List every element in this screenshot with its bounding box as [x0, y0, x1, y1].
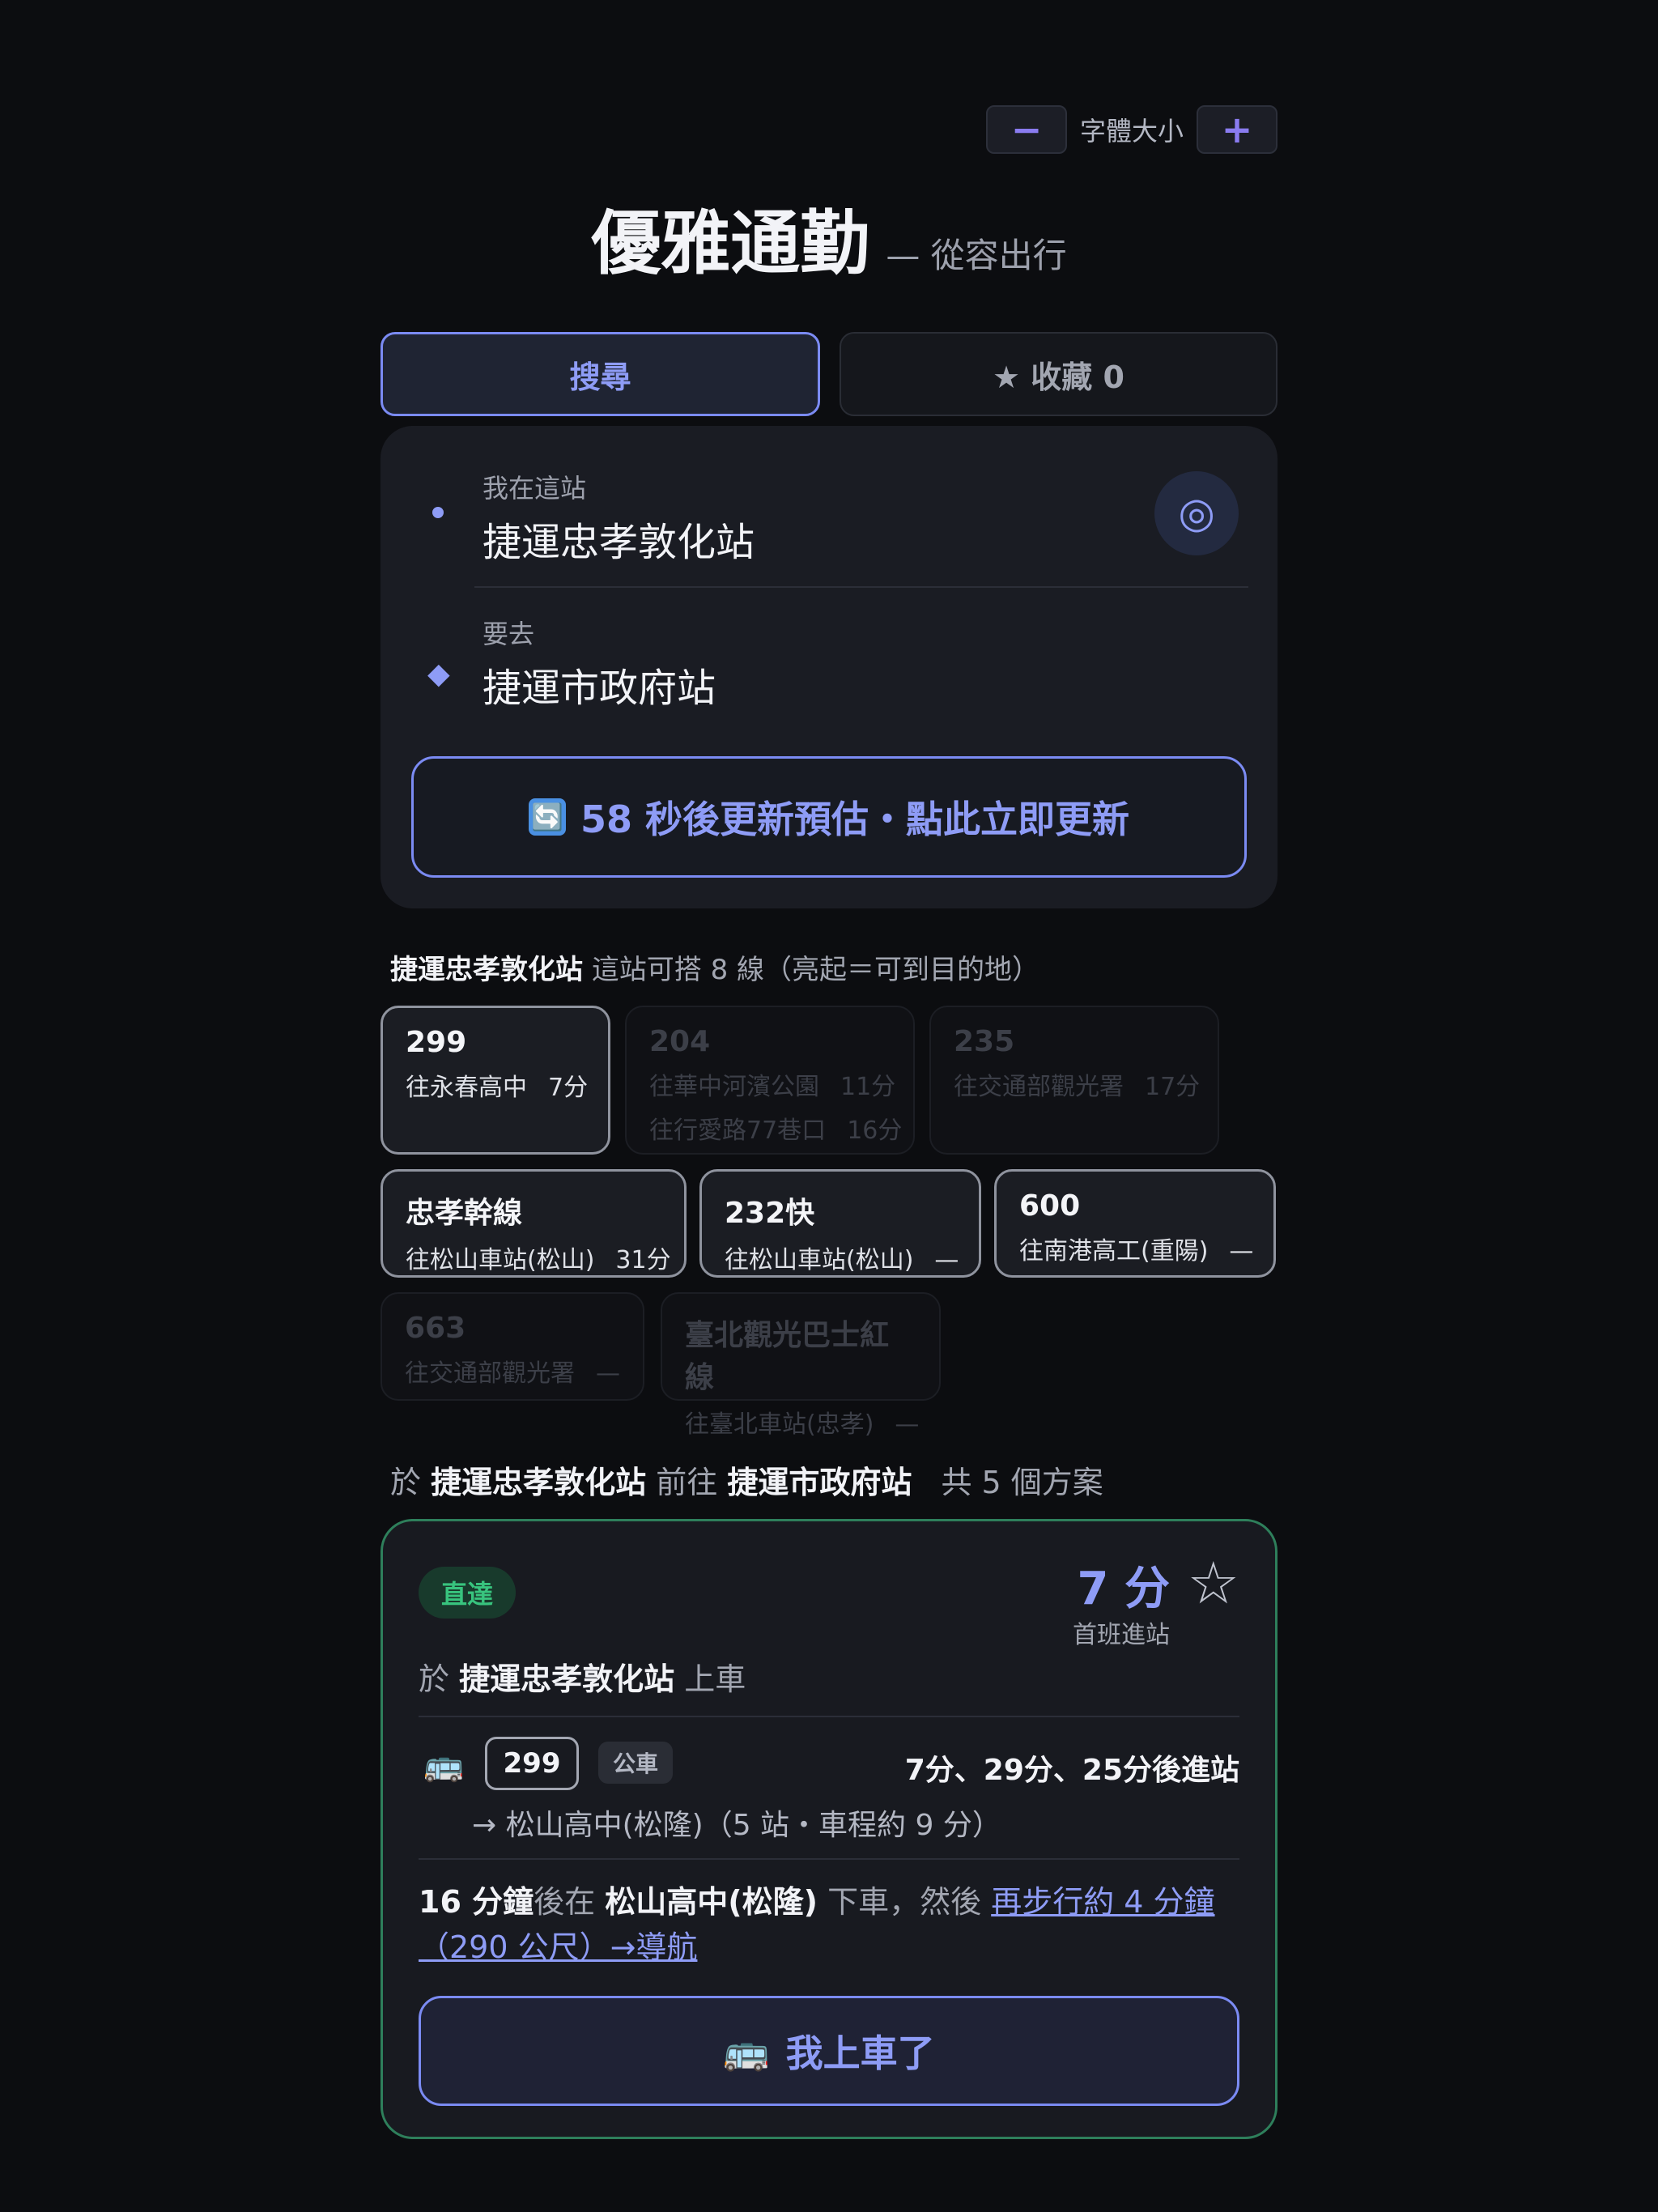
font-decrease-button[interactable]: −: [985, 105, 1067, 154]
locate-icon[interactable]: ◎: [1154, 471, 1239, 555]
line-destination: 往臺北車站(忠孝) —: [685, 1410, 920, 1439]
line-destination: 往松山車站(松山) —: [725, 1246, 959, 1274]
line-destination: 往松山車站(松山) 31分: [406, 1246, 671, 1274]
from-station-value[interactable]: 捷運忠孝敦化站: [483, 510, 755, 567]
font-size-label: 字體大小: [1079, 116, 1184, 147]
boarded-button[interactable]: 🚌 我上車了: [419, 1996, 1239, 2106]
line-destination: 往行愛路77巷口 16分: [649, 1117, 903, 1145]
font-increase-button[interactable]: +: [1197, 105, 1278, 154]
lines-summary: 這站可搭 8 線（亮起＝可到目的地）: [591, 954, 1040, 986]
to-station-label: 要去: [483, 619, 535, 649]
favorite-star-icon[interactable]: ☆: [1187, 1554, 1239, 1612]
plan-divider: [419, 1858, 1239, 1860]
line-number: 235: [954, 1025, 1015, 1058]
bus-icon: 🚌: [423, 1746, 464, 1784]
line-number: 232快: [725, 1197, 815, 1230]
tab-bar: 搜尋 ★ 收藏 0: [380, 332, 1278, 416]
plan-card: 直達 7 分 首班進站 ☆ 於 捷運忠孝敦化站 上車 🚌 299 公車 7分、2…: [380, 1519, 1278, 2139]
line-chip-235[interactable]: 235 往交通部觀光署 17分: [929, 1006, 1219, 1155]
line-destination: 往交通部觀光署 17分: [954, 1073, 1201, 1101]
line-chip-663[interactable]: 663 往交通部觀光署 —: [380, 1292, 644, 1401]
page-subtitle: — 從容出行: [886, 236, 1067, 275]
line-chip-299[interactable]: 299 往永春高中 7分: [380, 1006, 610, 1155]
line-chip-600[interactable]: 600 往南港高工(重陽) —: [994, 1169, 1276, 1278]
line-number: 204: [649, 1025, 711, 1058]
line-destination: 往永春高中 7分: [406, 1074, 589, 1102]
search-card: 我在這站 捷運忠孝敦化站 ◎ ◆ 要去 捷運市政府站 🔄 58 秒後更新預估・點…: [380, 426, 1278, 908]
tab-favorites[interactable]: ★ 收藏 0: [840, 332, 1278, 416]
line-number: 299: [406, 1026, 467, 1059]
lines-station-name: 捷運忠孝敦化站: [390, 954, 583, 986]
lines-heading: 捷運忠孝敦化站 這站可搭 8 線（亮起＝可到目的地）: [390, 947, 1039, 987]
destination-diamond-icon: ◆: [427, 657, 450, 691]
line-number: 663: [405, 1312, 466, 1345]
line-number: 忠孝幹線: [406, 1197, 523, 1230]
line-chip-232-express[interactable]: 232快 往松山車站(松山) —: [699, 1169, 981, 1278]
route-number-badge[interactable]: 299: [485, 1737, 579, 1790]
plan-divider: [419, 1716, 1239, 1717]
line-chip-204[interactable]: 204 往華中河濱公園 11分 往行愛路77巷口 16分: [625, 1006, 915, 1155]
refresh-button[interactable]: 🔄 58 秒後更新預估・點此立即更新: [411, 756, 1247, 878]
origin-dot-icon: [432, 507, 444, 518]
field-divider: [474, 586, 1248, 588]
boarding-info: 於 捷運忠孝敦化站 上車: [419, 1661, 746, 1697]
line-chip-zhongxiao-trunk[interactable]: 忠孝幹線 往松山車站(松山) 31分: [380, 1169, 687, 1278]
page-header: 優雅通勤 — 從容出行: [380, 186, 1278, 287]
plans-from-station: 捷運忠孝敦化站: [431, 1465, 647, 1500]
eta-label: 首班進站: [1073, 1621, 1170, 1649]
direct-badge: 直達: [419, 1567, 516, 1619]
plans-count: 共 5 個方案: [941, 1465, 1103, 1500]
line-chip-sightseeing-red[interactable]: 臺北觀光巴士紅線 往臺北車站(忠孝) —: [661, 1292, 941, 1439]
line-destination: 往華中河濱公園 11分: [649, 1073, 896, 1101]
refresh-icon: 🔄: [528, 798, 566, 836]
alight-stop: 松山高中(松隆): [605, 1884, 818, 1920]
boarded-label: 我上車了: [785, 2031, 935, 2075]
page-title: 優雅通勤: [591, 203, 870, 284]
eta-block: 7 分 首班進站: [1073, 1552, 1170, 1650]
font-size-control: − 字體大小 +: [985, 105, 1278, 154]
arrival-times: 7分、29分、25分後進站: [904, 1754, 1239, 1787]
plans-heading: 於 捷運忠孝敦化站 前往 捷運市政府站 共 5 個方案: [390, 1465, 1103, 1500]
refresh-label: 58 秒後更新預估・點此立即更新: [580, 798, 1130, 841]
boarding-station: 捷運忠孝敦化站: [459, 1661, 675, 1697]
trip-instructions: 16 分鐘後在 松山高中(松隆) 下車，然後 再步行約 4 分鐘（290 公尺）…: [419, 1884, 1215, 1965]
line-number: 臺北觀光巴士紅線: [685, 1319, 890, 1394]
tab-search[interactable]: 搜尋: [380, 332, 820, 416]
bus-icon: 🚌: [723, 2028, 770, 2073]
eta-value: 7 分: [1077, 1563, 1170, 1615]
vehicle-type-tag: 公車: [598, 1742, 673, 1784]
plans-to-station: 捷運市政府站: [727, 1465, 912, 1500]
line-destination: 往南港高工(重陽) —: [1019, 1237, 1254, 1266]
route-destination: → 松山高中(松隆)（5 站・車程約 9 分）: [472, 1809, 1001, 1842]
line-destination: 往交通部觀光署 —: [405, 1359, 620, 1388]
to-station-value[interactable]: 捷運市政府站: [483, 656, 716, 713]
from-station-label: 我在這站: [483, 473, 587, 504]
line-number: 600: [1019, 1189, 1081, 1223]
